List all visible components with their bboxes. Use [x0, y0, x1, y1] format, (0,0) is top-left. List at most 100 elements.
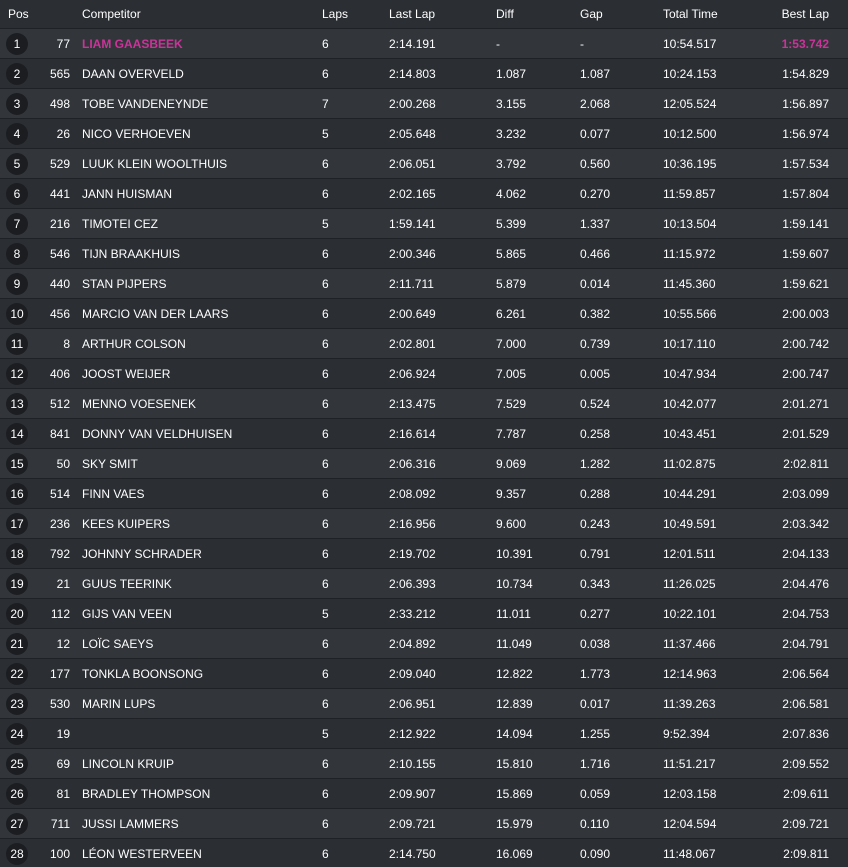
competitor-name[interactable]: SKY SMIT	[82, 457, 322, 471]
gap-value: 0.077	[580, 126, 611, 141]
competitor-name[interactable]: GUUS TEERINK	[82, 577, 322, 591]
table-row[interactable]: 22 177 TONKLA BOONSONG 6 2:09.040 12.822 1.773…	[0, 659, 848, 689]
header-laps[interactable]: Laps	[322, 7, 389, 21]
competitor-name[interactable]: LIAM GAASBEEK	[82, 37, 322, 51]
competitor-name[interactable]: LINCOLN KRUIP	[82, 757, 322, 771]
competitor-name[interactable]: FINN VAES	[82, 487, 322, 501]
table-row[interactable]: 6 441 JANN HUISMAN 6 2:02.165 4.062 0.270 11:59…	[0, 179, 848, 209]
table-row[interactable]: 13 512 MENNO VOESENEK 6 2:13.475 7.529 0.524 10…	[0, 389, 848, 419]
header-pos[interactable]: Pos	[0, 7, 32, 21]
best-lap-value: 2:09.611	[783, 786, 829, 801]
laps-value: 5	[322, 726, 329, 741]
position-cell: 6	[0, 182, 32, 205]
competitor-name[interactable]: LÉON WESTERVEEN	[82, 847, 322, 861]
competitor-name[interactable]: MARIN LUPS	[82, 697, 322, 711]
rider-number: 498	[49, 96, 70, 111]
competitor-name[interactable]: JOOST WEIJER	[82, 367, 322, 381]
competitor-name[interactable]: NICO VERHOEVEN	[82, 127, 322, 141]
table-row[interactable]: 5 529 LUUK KLEIN WOOLTHUIS 6 2:06.051 3.792 0.…	[0, 149, 848, 179]
competitor-name[interactable]: KEES KUIPERS	[82, 517, 322, 531]
gap-value: 0.739	[580, 336, 611, 351]
table-row[interactable]: 26 81 BRADLEY THOMPSON 6 2:09.907 15.869 0.059…	[0, 779, 848, 809]
competitor-name[interactable]: STAN PIJPERS	[82, 277, 322, 291]
rider-number: 440	[49, 276, 70, 291]
table-row[interactable]: 14 841 DONNY VAN VELDHUISEN 6 2:16.614 7.787 0…	[0, 419, 848, 449]
gap-value: 0.038	[580, 636, 611, 651]
table-row[interactable]: 17 236 KEES KUIPERS 6 2:16.956 9.600 0.243 10:4…	[0, 509, 848, 539]
total-time-value: 11:26.025	[663, 576, 716, 591]
competitor-name[interactable]: MARCIO VAN DER LAARS	[82, 307, 322, 321]
table-row[interactable]: 8 546 TIJN BRAAKHUIS 6 2:00.346 5.865 0.466 11:…	[0, 239, 848, 269]
best-lap-value: 1:59.621	[782, 276, 829, 291]
table-row[interactable]: 19 21 GUUS TEERINK 6 2:06.393 10.734 0.343 11:2…	[0, 569, 848, 599]
gap-value: 1.255	[580, 726, 611, 741]
competitor-name[interactable]: DAAN OVERVELD	[82, 67, 322, 81]
position-cell: 21	[0, 632, 32, 655]
gap-value: 1.773	[580, 666, 611, 681]
table-row[interactable]: 9 440 STAN PIJPERS 6 2:11.711 5.879 0.014 11:45…	[0, 269, 848, 299]
table-row[interactable]: 25 69 LINCOLN KRUIP 6 2:10.155 15.810 1.716 11:…	[0, 749, 848, 779]
header-best-lap[interactable]: Best Lap	[763, 7, 829, 21]
table-row[interactable]: 27 711 JUSSI LAMMERS 6 2:09.721 15.979 0.110 12…	[0, 809, 848, 839]
table-row[interactable]: 2 565 DAAN OVERVELD 6 2:14.803 1.087 1.087 10:2…	[0, 59, 848, 89]
table-row[interactable]: 4 26 NICO VERHOEVEN 5 2:05.648 3.232 0.077 10:1…	[0, 119, 848, 149]
competitor-name[interactable]: GIJS VAN VEEN	[82, 607, 322, 621]
position-badge: 3	[6, 92, 28, 115]
last-lap-value: 2:09.040	[389, 666, 436, 681]
table-row[interactable]: 23 530 MARIN LUPS 6 2:06.951 12.839 0.017 11:39…	[0, 689, 848, 719]
competitor-name[interactable]: JOHNNY SCHRADER	[82, 547, 322, 561]
table-row[interactable]: 28 100 LÉON WESTERVEEN 6 2:14.750 16.069 0.090…	[0, 839, 848, 867]
table-row[interactable]: 16 514 FINN VAES 6 2:08.092 9.357 0.288 10:44.2…	[0, 479, 848, 509]
rider-number: 711	[50, 816, 70, 831]
table-row[interactable]: 10 456 MARCIO VAN DER LAARS 6 2:00.649 6.261 0…	[0, 299, 848, 329]
competitor-name[interactable]: JUSSI LAMMERS	[82, 817, 322, 831]
table-row[interactable]: 1 77 LIAM GAASBEEK 6 2:14.191 - - 10:54.517 1:53…	[0, 29, 848, 59]
competitor-name[interactable]: DONNY VAN VELDHUISEN	[82, 427, 322, 441]
diff-value: 11.011	[496, 606, 531, 621]
laps-value: 6	[322, 456, 329, 471]
position-cell: 27	[0, 812, 32, 835]
total-time-value: 11:15.972	[663, 246, 716, 261]
competitor-name[interactable]: TIJN BRAAKHUIS	[82, 247, 322, 261]
competitor-name[interactable]: TONKLA BOONSONG	[82, 667, 322, 681]
rider-number: 112	[50, 606, 70, 621]
competitor-name[interactable]: TIMOTEI CEZ	[82, 217, 322, 231]
competitor-name[interactable]: LUUK KLEIN WOOLTHUIS	[82, 157, 322, 171]
competitor-name[interactable]: MENNO VOESENEK	[82, 397, 322, 411]
table-row[interactable]: 12 406 JOOST WEIJER 6 2:06.924 7.005 0.005 10:4…	[0, 359, 848, 389]
best-lap-value: 2:04.791	[782, 636, 829, 651]
table-row[interactable]: 21 12 LOÏC SAEYS 6 2:04.892 11.049 0.038 11:37.…	[0, 629, 848, 659]
header-total-time[interactable]: Total Time	[663, 7, 763, 21]
competitor-name[interactable]: TOBE VANDENEYNDE	[82, 97, 322, 111]
competitor-name[interactable]: JANN HUISMAN	[82, 187, 322, 201]
laps-value: 6	[322, 546, 329, 561]
competitor-name[interactable]: LOÏC SAEYS	[82, 637, 322, 651]
header-last-lap[interactable]: Last Lap	[389, 7, 496, 21]
table-row[interactable]: 15 50 SKY SMIT 6 2:06.316 9.069 1.282 11:02.875…	[0, 449, 848, 479]
gap-value: 0.017	[580, 696, 611, 711]
header-diff[interactable]: Diff	[496, 7, 580, 21]
laps-value: 6	[322, 66, 329, 81]
rider-number: 21	[56, 576, 70, 591]
competitor-name[interactable]: BRADLEY THOMPSON	[82, 787, 322, 801]
total-time-value: 9:52.394	[663, 726, 710, 741]
table-row[interactable]: 7 216 TIMOTEI CEZ 5 1:59.141 5.399 1.337 10:13.…	[0, 209, 848, 239]
table-row[interactable]: 18 792 JOHNNY SCHRADER 6 2:19.702 10.391 0.791…	[0, 539, 848, 569]
gap-value: 0.243	[580, 516, 611, 531]
header-competitor[interactable]: Competitor	[82, 7, 322, 21]
table-row[interactable]: 3 498 TOBE VANDENEYNDE 7 2:00.268 3.155 2.068 1…	[0, 89, 848, 119]
best-lap-value: 2:00.003	[782, 306, 829, 321]
last-lap-value: 2:04.892	[389, 636, 436, 651]
laps-value: 6	[322, 816, 329, 831]
rider-number: 546	[49, 246, 70, 261]
competitor-name[interactable]: ARTHUR COLSON	[82, 337, 322, 351]
best-lap-value: 1:59.141	[782, 216, 829, 231]
table-row[interactable]: 11 8 ARTHUR COLSON 6 2:02.801 7.000 0.739 10:17…	[0, 329, 848, 359]
table-row[interactable]: 20 112 GIJS VAN VEEN 5 2:33.212 11.011 0.277 10…	[0, 599, 848, 629]
last-lap-value: 2:14.750	[389, 846, 436, 861]
table-row[interactable]: 24 19 5 2:12.922 14.094 1.255 9:52.394 2:07.836	[0, 719, 848, 749]
total-time-value: 10:22.101	[663, 606, 717, 621]
last-lap-value: 1:59.141	[389, 216, 436, 231]
header-gap[interactable]: Gap	[580, 7, 663, 21]
gap-value: 0.288	[580, 486, 611, 501]
